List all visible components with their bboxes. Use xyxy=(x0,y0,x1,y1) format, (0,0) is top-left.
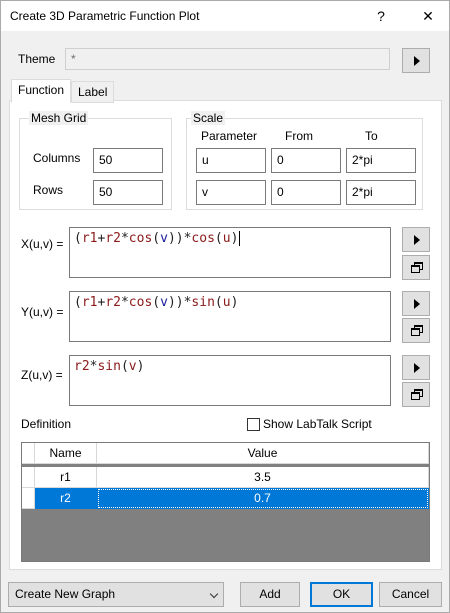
z-function-menu-button[interactable] xyxy=(402,355,430,380)
definition-label: Definition xyxy=(21,417,72,431)
code-token: r1 xyxy=(81,295,98,310)
code-token: ( xyxy=(214,295,223,310)
columns-input[interactable]: 50 xyxy=(93,148,163,173)
code-token: sin xyxy=(191,295,215,310)
scale-to-u-input[interactable]: 2*pi xyxy=(346,148,416,173)
scale-param-v-input[interactable]: v xyxy=(196,180,266,205)
code-token: sin xyxy=(97,359,121,374)
graph-target-value: Create New Graph xyxy=(15,587,116,601)
code-token: ) xyxy=(136,359,145,374)
code-token: ( xyxy=(74,231,82,246)
code-token: ) xyxy=(230,231,239,246)
row-name-cell[interactable]: r1 xyxy=(35,467,97,488)
code-token: ( xyxy=(120,359,129,374)
code-token: r2 xyxy=(105,295,121,310)
scale-title: Scale xyxy=(191,111,226,125)
cancel-button[interactable]: Cancel xyxy=(379,582,442,607)
theme-field: * xyxy=(65,48,390,70)
y-function-label: Y(u,v) = xyxy=(21,305,64,319)
code-token: r1 xyxy=(81,231,98,246)
add-button[interactable]: Add xyxy=(240,582,300,607)
tab-label[interactable]: Label xyxy=(71,81,115,103)
code-token: )) xyxy=(167,295,184,310)
code-token: ( xyxy=(152,295,161,310)
row-value-cell[interactable]: 0.7 xyxy=(97,488,429,509)
code-token: * xyxy=(120,231,129,246)
mesh-grid-title: Mesh Grid xyxy=(29,111,89,125)
grid-header-value[interactable]: Value xyxy=(97,443,429,464)
definition-grid: Name Value r1 3.5 r2 0.7 xyxy=(21,442,430,562)
arrow-right-icon xyxy=(414,56,420,66)
code-token: r2 xyxy=(74,359,90,374)
dialog-window: Create 3D Parametric Function Plot ? ✕ T… xyxy=(0,0,450,613)
scale-header-to: To xyxy=(365,129,378,143)
scale-header-from: From xyxy=(285,129,313,143)
rows-input[interactable]: 50 xyxy=(93,180,163,205)
code-token: cos xyxy=(128,295,153,310)
code-token: * xyxy=(120,295,129,310)
code-token: u xyxy=(222,231,231,246)
code-token: )) xyxy=(167,231,184,246)
code-token: r2 xyxy=(105,231,121,246)
arrow-right-icon xyxy=(414,363,420,373)
close-button[interactable]: ✕ xyxy=(411,1,445,31)
code-token: v xyxy=(160,231,168,246)
grid-header-name[interactable]: Name xyxy=(35,443,97,464)
rows-label: Rows xyxy=(33,183,64,197)
code-token: ( xyxy=(214,231,223,246)
code-token: cos xyxy=(191,231,215,246)
row-name-cell[interactable]: r2 xyxy=(35,488,97,509)
grid-header-row: Name Value xyxy=(22,443,429,464)
tab-function[interactable]: Function xyxy=(11,79,72,103)
code-token: ) xyxy=(230,295,239,310)
z-function-label: Z(u,v) = xyxy=(21,368,63,382)
graph-target-dropdown[interactable]: Create New Graph xyxy=(8,582,224,607)
y-function-expand-button[interactable] xyxy=(402,318,430,343)
code-token: u xyxy=(222,295,231,310)
help-button[interactable]: ? xyxy=(364,1,398,31)
table-row[interactable]: r1 3.5 xyxy=(22,467,429,488)
scale-from-v-input[interactable]: 0 xyxy=(271,180,341,205)
ok-button[interactable]: OK xyxy=(310,582,373,607)
x-function-expand-button[interactable] xyxy=(402,255,430,280)
scale-header-parameter: Parameter xyxy=(201,129,258,143)
z-function-editor[interactable]: r2*sin(v) xyxy=(69,355,391,406)
y-function-editor[interactable]: (r1+r2*cos(v))*sin(u) xyxy=(69,291,391,342)
x-function-menu-button[interactable] xyxy=(402,227,430,252)
show-labtalk-label: Show LabTalk Script xyxy=(263,417,372,431)
arrow-right-icon xyxy=(414,299,420,309)
z-function-expand-button[interactable] xyxy=(402,382,430,407)
scale-from-u-input[interactable]: 0 xyxy=(271,148,341,173)
theme-label: Theme xyxy=(18,52,56,66)
window-title: Create 3D Parametric Function Plot xyxy=(10,9,200,23)
code-token: v xyxy=(128,359,137,374)
x-function-editor[interactable]: (r1+r2*cos(v))*cos(u) xyxy=(69,227,391,278)
row-value-cell[interactable]: 3.5 xyxy=(97,467,429,488)
title-bar: Create 3D Parametric Function Plot ? ✕ xyxy=(1,1,449,31)
theme-menu-button[interactable] xyxy=(402,48,430,73)
code-token: ( xyxy=(74,295,82,310)
columns-label: Columns xyxy=(33,151,81,165)
show-labtalk-checkbox[interactable] xyxy=(247,418,260,431)
arrow-right-icon xyxy=(414,235,420,245)
x-function-label: X(u,v) = xyxy=(21,237,64,251)
code-token: v xyxy=(160,295,168,310)
y-function-menu-button[interactable] xyxy=(402,291,430,316)
scale-to-v-input[interactable]: 2*pi xyxy=(346,180,416,205)
code-token: ( xyxy=(152,231,161,246)
scale-param-u-input[interactable]: u xyxy=(196,148,266,173)
text-cursor xyxy=(239,231,241,246)
chevron-down-icon xyxy=(209,589,219,599)
table-row-selected[interactable]: r2 0.7 xyxy=(22,488,429,509)
code-token: cos xyxy=(128,231,153,246)
